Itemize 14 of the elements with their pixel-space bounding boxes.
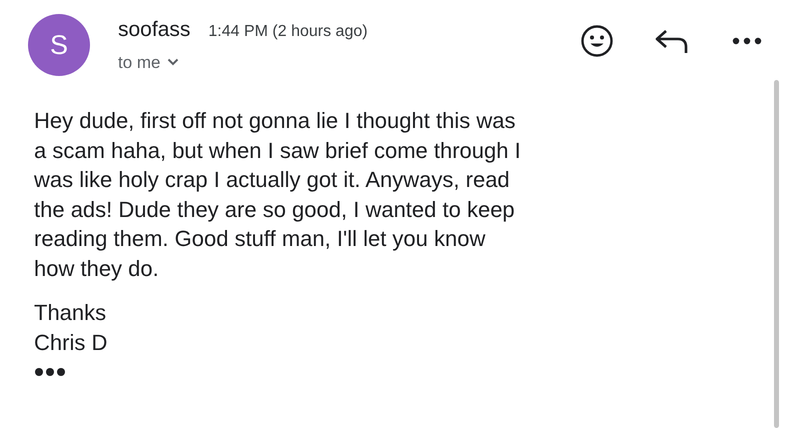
more-icon: [732, 37, 762, 45]
recipient-toggle[interactable]: to me: [118, 50, 368, 75]
scrollbar[interactable]: [774, 80, 779, 428]
timestamp: 1:44 PM (2 hours ago): [208, 22, 368, 42]
avatar: S: [28, 14, 90, 76]
ellipsis-icon: [34, 367, 66, 377]
smiley-icon: [580, 24, 614, 58]
signature: Thanks Chris D: [34, 299, 108, 356]
sender-name: soofass: [118, 17, 190, 43]
message-body: Hey dude, first off not gonna lie I thought this was a scam haha, but when I saw brief come through I was like holy crap I actually got it. Anyways, read the ads! Dude they are so good, I wanted to keep reading them. Good stuff man, I'll let you know how they do.: [34, 107, 521, 283]
emoji-button[interactable]: [580, 24, 614, 58]
reply-icon: [654, 27, 690, 55]
show-trimmed-button[interactable]: [34, 367, 66, 377]
chevron-icon: [166, 58, 179, 66]
